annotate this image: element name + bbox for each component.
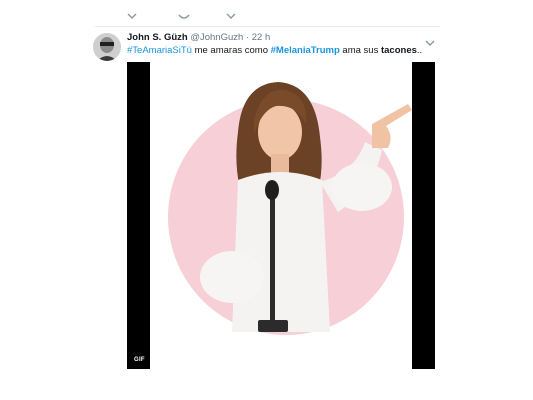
handle[interactable]: @JohnGuzh	[190, 32, 243, 43]
retweet-icon[interactable]	[177, 10, 191, 24]
avatar[interactable]	[93, 33, 121, 61]
tweet-text-segment: ..	[416, 45, 423, 56]
tweet-header: John S. Güzh @JohnGuzh · 22 h	[127, 31, 270, 45]
separator: ·	[245, 32, 250, 43]
like-icon[interactable]	[224, 10, 238, 24]
gif-image	[168, 82, 412, 335]
tweet-text-bold: tacones	[380, 45, 417, 56]
tweet-text-segment: ama sus	[339, 45, 381, 56]
reply-icon[interactable]	[125, 10, 139, 24]
tweet-divider	[95, 26, 440, 27]
previous-tweet-actions	[125, 10, 265, 24]
display-name[interactable]: John S. Güzh	[127, 32, 188, 43]
gif-badge: GIF	[134, 357, 145, 363]
timestamp[interactable]: 22 h	[252, 32, 271, 43]
tweet-text-segment: me amaras como	[191, 45, 271, 56]
tweet-text: #TeAmariaSiTú me amaras como #MelaniaTru…	[127, 44, 422, 57]
hashtag-link[interactable]: #TeAmariaSiTú	[127, 45, 192, 56]
gif-frame	[150, 62, 412, 369]
chevron-down-icon[interactable]	[425, 34, 435, 46]
gif-media[interactable]: GIF	[127, 62, 435, 369]
hashtag-link[interactable]: #MelaniaTrump	[271, 45, 340, 56]
